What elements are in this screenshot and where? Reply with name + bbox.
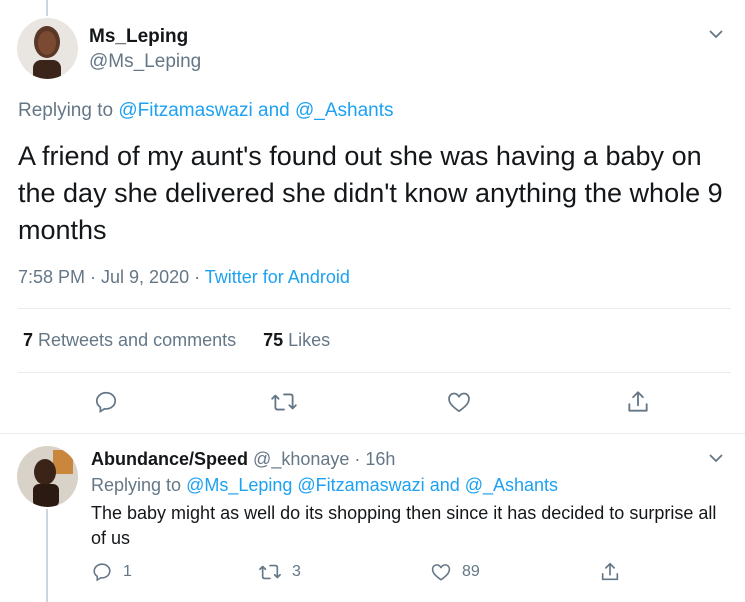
reply-count: 1: [123, 563, 132, 580]
tweet-text: A friend of my aunt's found out she was …: [18, 141, 723, 245]
reply-button[interactable]: [93, 389, 119, 415]
like-icon: [430, 561, 452, 583]
reply-icon: [91, 561, 113, 583]
mention-link[interactable]: @_Ashants: [295, 100, 394, 121]
retweets-stat[interactable]: 7 Retweets and comments: [23, 330, 236, 350]
replying-prefix: Replying to: [18, 100, 119, 121]
share-button[interactable]: [599, 561, 621, 583]
reply-author-name[interactable]: Abundance/Speed: [91, 449, 248, 469]
reply-header: Abundance/Speed @_khonaye · 16h: [91, 449, 395, 470]
retweet-count: 3: [292, 563, 301, 580]
reply-author-handle[interactable]: @_khonaye: [253, 449, 349, 469]
tweet-source[interactable]: Twitter for Android: [205, 267, 350, 287]
retweet-button[interactable]: [270, 389, 298, 415]
share-icon: [599, 561, 621, 583]
tweet-stats: 7 Retweets and comments 75 Likes: [23, 330, 330, 351]
retweet-icon: [270, 389, 298, 415]
replying-to: Replying to @Fitzamaswazi and @_Ashants: [18, 100, 394, 122]
mention-link[interactable]: @_Ashants: [465, 475, 558, 495]
reply-timestamp[interactable]: · 16h: [354, 449, 395, 469]
retweet-button[interactable]: 3: [258, 561, 301, 583]
retweet-icon: [258, 561, 282, 583]
divider: [18, 372, 731, 373]
chevron-down-icon[interactable]: [706, 448, 726, 468]
mention-and: and: [424, 475, 465, 495]
like-button[interactable]: 89: [430, 561, 480, 583]
likes-count: 75: [263, 330, 284, 350]
chevron-down-icon[interactable]: [706, 24, 726, 44]
share-button[interactable]: [625, 389, 651, 415]
mention-and: and: [252, 100, 295, 121]
likes-label: Likes: [283, 330, 331, 350]
retweets-label: Retweets and comments: [33, 330, 237, 350]
like-icon: [446, 389, 472, 415]
retweets-count: 7: [23, 330, 34, 350]
replying-to: Replying to @Ms_Leping @Fitzamaswazi and…: [91, 475, 558, 496]
mention-link[interactable]: @Ms_Leping @Fitzamaswazi: [186, 475, 425, 495]
avatar[interactable]: [17, 446, 78, 507]
like-count: 89: [462, 563, 480, 580]
tweet-meta: 7:58 PM · Jul 9, 2020 · Twitter for Andr…: [18, 267, 350, 288]
reply-icon: [93, 389, 119, 415]
replying-prefix: Replying to: [91, 475, 187, 495]
divider: [18, 308, 731, 309]
like-button[interactable]: [446, 389, 472, 415]
main-tweet: Ms_Leping @Ms_Leping Replying to @Fitzam…: [0, 0, 745, 434]
author-handle[interactable]: @Ms_Leping: [89, 51, 201, 73]
tweet-time[interactable]: 7:58 PM · Jul 9, 2020 ·: [18, 267, 205, 287]
reply-text: The baby might as well do its shopping t…: [91, 503, 717, 548]
avatar[interactable]: [17, 18, 78, 79]
likes-stat[interactable]: 75 Likes: [263, 330, 330, 350]
share-icon: [625, 389, 651, 415]
author-name[interactable]: Ms_Leping: [89, 26, 188, 48]
reply-button[interactable]: 1: [91, 561, 132, 583]
mention-link[interactable]: @Fitzamaswazi: [118, 100, 252, 121]
